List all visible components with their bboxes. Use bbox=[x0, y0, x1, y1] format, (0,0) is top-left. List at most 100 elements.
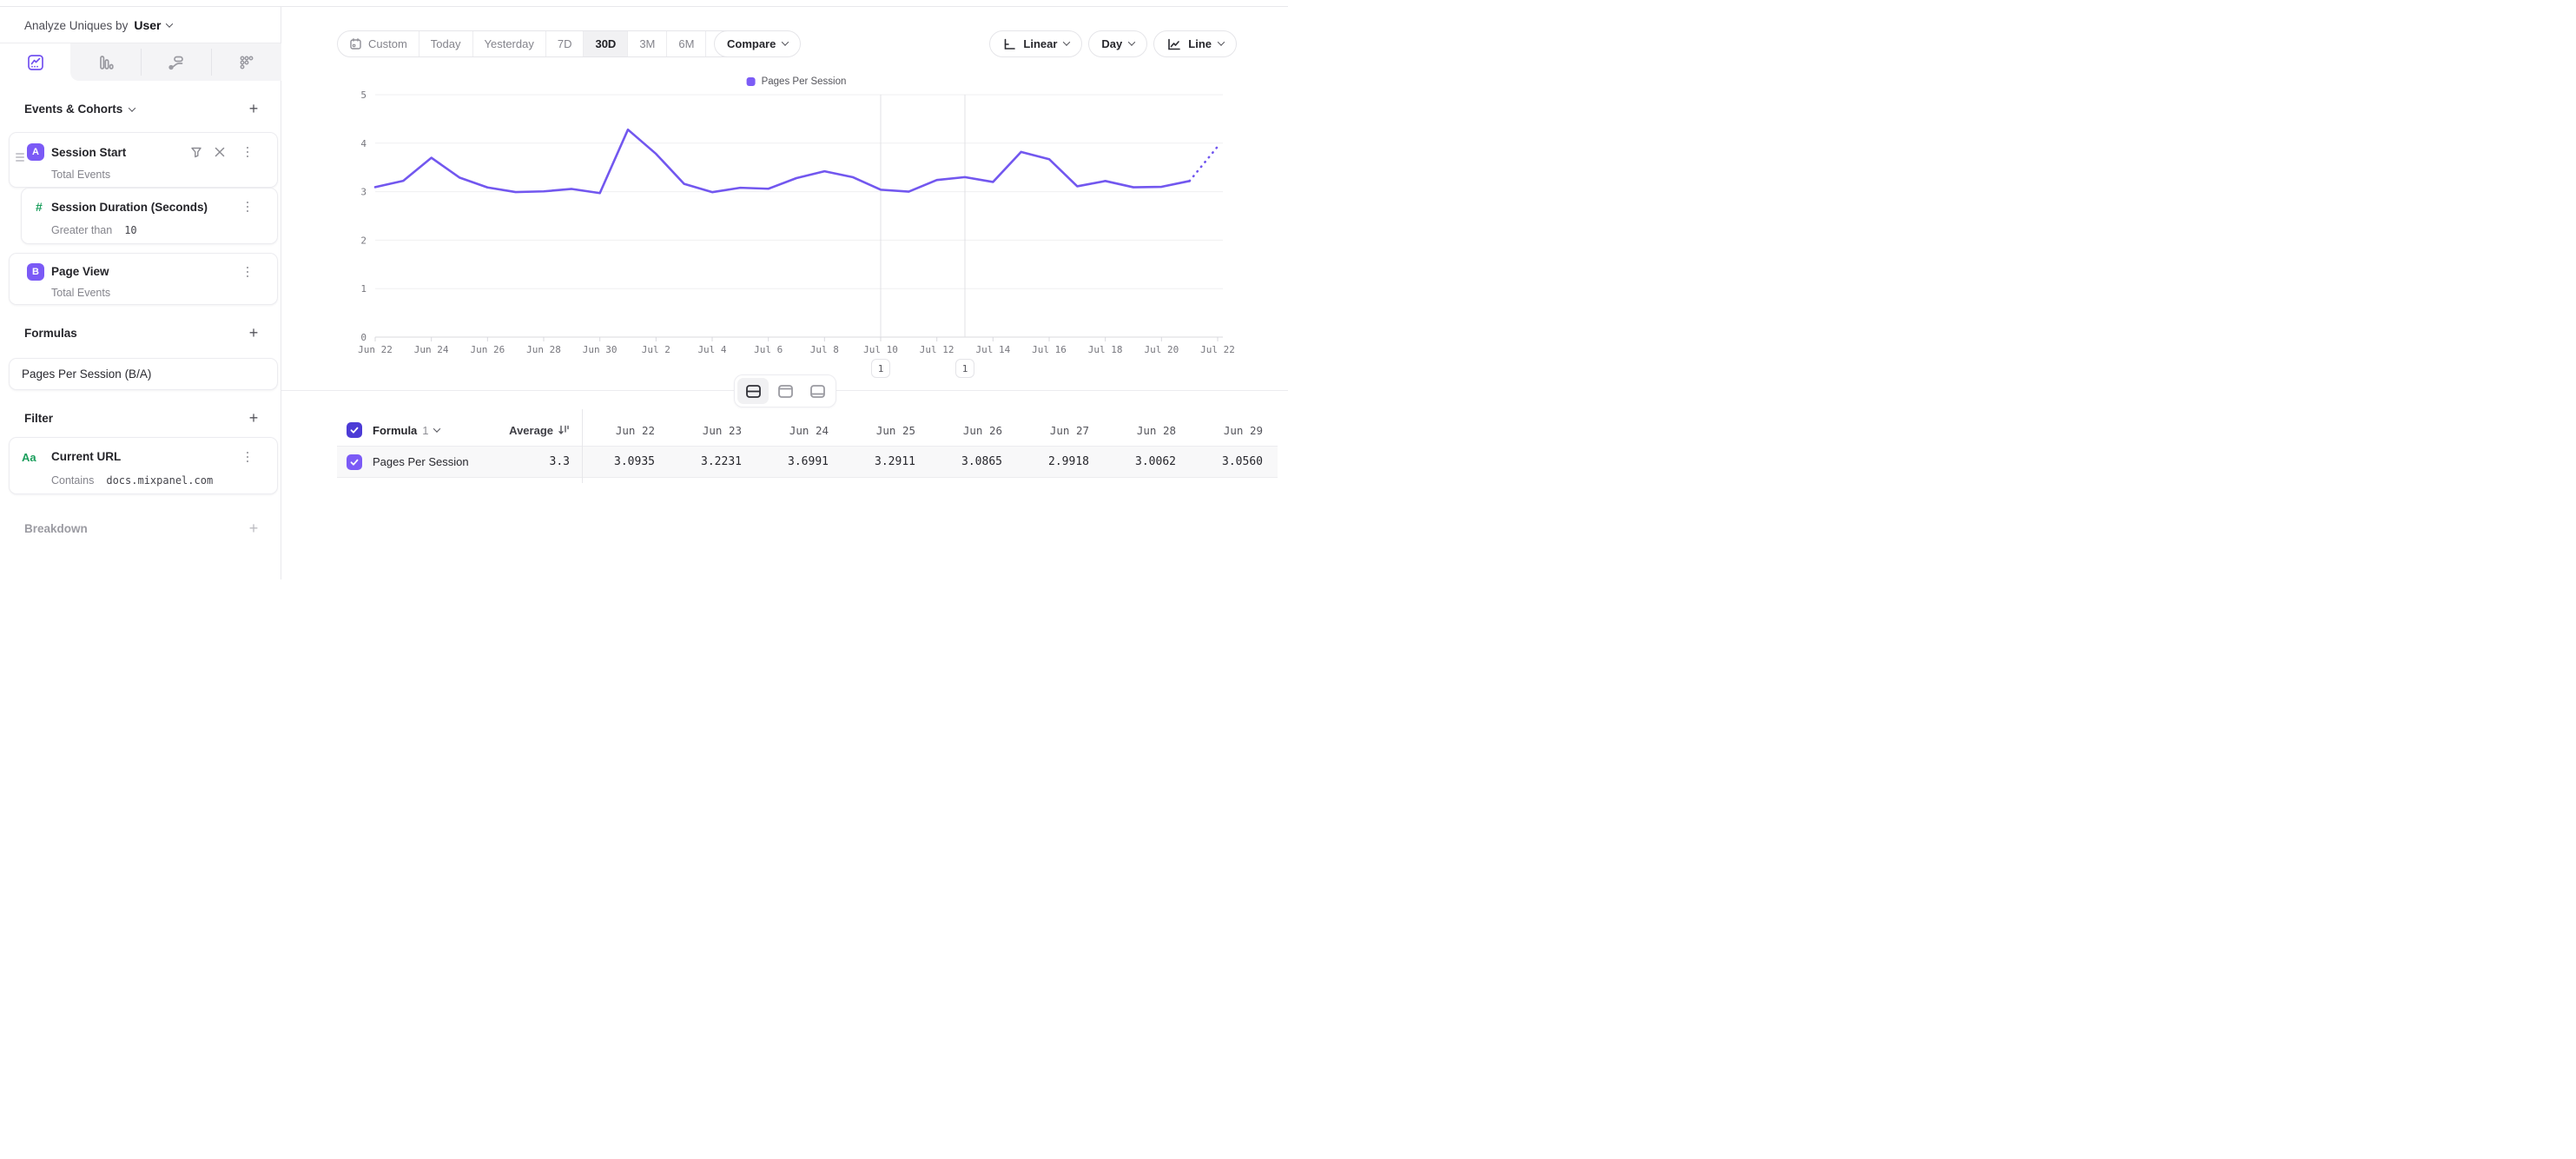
table-date-header[interactable]: Jun 29 bbox=[1190, 424, 1277, 437]
table-header-row: Formula 1 Average Jun 22Jun 23Jun 24Jun … bbox=[337, 414, 1278, 447]
svg-text:5: 5 bbox=[360, 89, 367, 101]
insights-chart-icon bbox=[26, 53, 45, 72]
chevron-down-icon bbox=[433, 425, 439, 432]
formula-expression[interactable]: Pages Per Session (B/A) bbox=[22, 368, 151, 381]
svg-text:Jul 10: Jul 10 bbox=[863, 344, 898, 355]
layout-chart-only-button[interactable] bbox=[769, 378, 801, 404]
tab-funnels[interactable] bbox=[70, 43, 141, 81]
layout-split-button[interactable] bbox=[737, 378, 769, 404]
average-sort-header[interactable]: Average bbox=[502, 424, 570, 437]
events-cohorts-header[interactable]: Events & Cohorts bbox=[24, 103, 135, 116]
svg-text:4: 4 bbox=[360, 138, 367, 149]
svg-text:Jul 4: Jul 4 bbox=[697, 344, 726, 355]
chevron-down-icon[interactable] bbox=[166, 20, 173, 27]
kebab-menu-icon[interactable] bbox=[241, 199, 254, 215]
layout-table-only-button[interactable] bbox=[802, 378, 833, 404]
formula-card[interactable]: Pages Per Session (B/A) bbox=[9, 358, 278, 390]
panel-layout-toggles bbox=[734, 374, 836, 407]
close-icon[interactable] bbox=[213, 145, 227, 159]
annotation-marker[interactable]: 1 bbox=[955, 359, 974, 378]
svg-text:Jul 8: Jul 8 bbox=[810, 344, 839, 355]
svg-text:0: 0 bbox=[360, 332, 367, 343]
event-title[interactable]: Page View bbox=[51, 265, 109, 278]
tab-flows[interactable] bbox=[141, 43, 211, 81]
breakdown-table: Formula 1 Average Jun 22Jun 23Jun 24Jun … bbox=[337, 414, 1278, 478]
chevron-down-icon bbox=[129, 104, 135, 111]
property-card-session-duration[interactable]: # Session Duration (Seconds) Greater tha… bbox=[21, 188, 278, 244]
check-icon bbox=[349, 425, 360, 435]
add-event-button[interactable]: + bbox=[244, 99, 263, 118]
table-date-header[interactable]: Jun 26 bbox=[929, 424, 1016, 437]
event-measurement[interactable]: Total Events bbox=[51, 169, 110, 181]
kebab-menu-icon[interactable] bbox=[241, 144, 254, 160]
table-date-header[interactable]: Jun 23 bbox=[669, 424, 756, 437]
table-date-header[interactable]: Jun 22 bbox=[582, 424, 669, 437]
event-card-session-start[interactable]: A Session Start Total Events bbox=[9, 132, 278, 188]
analyze-uniques-row: Analyze Uniques by User bbox=[24, 16, 172, 35]
drag-handle-icon[interactable] bbox=[16, 153, 24, 162]
add-filter-button[interactable]: + bbox=[244, 408, 263, 427]
numeric-property-icon: # bbox=[36, 200, 43, 214]
bottom-panel-icon bbox=[809, 384, 826, 399]
tab-insights[interactable] bbox=[0, 43, 70, 81]
annotation-marker[interactable]: 1 bbox=[871, 359, 890, 378]
event-title[interactable]: Session Start bbox=[51, 146, 126, 159]
table-date-header[interactable]: Jun 25 bbox=[842, 424, 929, 437]
events-cohorts-label: Events & Cohorts bbox=[24, 103, 122, 116]
condition-operator[interactable]: Greater than bbox=[51, 224, 112, 236]
analyze-label: Analyze Uniques by bbox=[24, 19, 128, 32]
formula-number: 1 bbox=[422, 424, 428, 437]
table-value-cell: 3.0865 bbox=[929, 455, 1016, 468]
tab-retention[interactable] bbox=[211, 43, 281, 81]
svg-text:3: 3 bbox=[360, 187, 367, 198]
table-value-cell: 3.0935 bbox=[582, 455, 669, 468]
kebab-menu-icon[interactable] bbox=[241, 264, 254, 280]
line-chart: 012345Jun 22Jun 24Jun 26Jun 28Jun 30Jul … bbox=[281, 7, 1288, 389]
top-panel-icon bbox=[777, 384, 794, 399]
condition-operator[interactable]: Contains bbox=[51, 474, 94, 487]
insights-report-page: Analyze Uniques by User bbox=[0, 0, 1288, 580]
table-value-cell: 3.6991 bbox=[756, 455, 842, 468]
svg-text:Jul 18: Jul 18 bbox=[1088, 344, 1123, 355]
table-value-cell: 2.9918 bbox=[1016, 455, 1103, 468]
condition-value[interactable]: 10 bbox=[124, 224, 136, 236]
string-property-icon: Aa bbox=[22, 451, 36, 464]
filter-condition[interactable]: Contains docs.mixpanel.com bbox=[51, 474, 213, 487]
table-data-row[interactable]: Pages Per Session 3.3 3.09353.22313.6991… bbox=[337, 447, 1278, 478]
filter-property-title[interactable]: Current URL bbox=[51, 450, 121, 463]
table-value-cell: 3.0560 bbox=[1190, 455, 1277, 468]
filter-header: Filter bbox=[24, 412, 53, 425]
table-value-cell: 3.2231 bbox=[669, 455, 756, 468]
event-measurement[interactable]: Total Events bbox=[51, 287, 110, 299]
sort-descending-icon bbox=[558, 424, 570, 436]
property-condition[interactable]: Greater than 10 bbox=[51, 224, 137, 236]
filter-card-current-url[interactable]: Aa Current URL Contains docs.mixpanel.co… bbox=[9, 437, 278, 494]
chart-canvas: 012345Jun 22Jun 24Jun 26Jun 28Jun 30Jul … bbox=[281, 7, 1288, 389]
kebab-menu-icon[interactable] bbox=[241, 449, 254, 465]
select-all-checkbox[interactable] bbox=[347, 422, 362, 438]
filter-funnel-icon[interactable] bbox=[189, 145, 203, 159]
add-breakdown-button[interactable]: + bbox=[244, 519, 263, 538]
formula-dropdown[interactable]: Formula 1 bbox=[373, 424, 439, 437]
svg-text:2: 2 bbox=[360, 235, 367, 246]
svg-text:Jul 2: Jul 2 bbox=[642, 344, 670, 355]
add-formula-button[interactable]: + bbox=[244, 323, 263, 342]
svg-text:Jun 24: Jun 24 bbox=[414, 344, 449, 355]
svg-text:Jul 16: Jul 16 bbox=[1032, 344, 1067, 355]
table-date-header[interactable]: Jun 27 bbox=[1016, 424, 1103, 437]
filter-label: Filter bbox=[24, 412, 53, 425]
table-date-header[interactable]: Jun 24 bbox=[756, 424, 842, 437]
check-icon bbox=[349, 457, 360, 467]
analyze-value-dropdown[interactable]: User bbox=[134, 18, 161, 32]
svg-text:Jun 28: Jun 28 bbox=[526, 344, 561, 355]
condition-value[interactable]: docs.mixpanel.com bbox=[106, 474, 213, 487]
series-checkbox[interactable] bbox=[347, 454, 362, 470]
table-date-header[interactable]: Jun 28 bbox=[1103, 424, 1190, 437]
property-title[interactable]: Session Duration (Seconds) bbox=[51, 201, 208, 214]
breakdown-label: Breakdown bbox=[24, 522, 88, 535]
event-card-page-view[interactable]: B Page View Total Events bbox=[9, 253, 278, 305]
report-type-tabs bbox=[0, 43, 281, 81]
svg-text:Jul 22: Jul 22 bbox=[1200, 344, 1235, 355]
funnels-bars-icon bbox=[96, 53, 116, 72]
event-letter-badge: B bbox=[27, 263, 44, 281]
